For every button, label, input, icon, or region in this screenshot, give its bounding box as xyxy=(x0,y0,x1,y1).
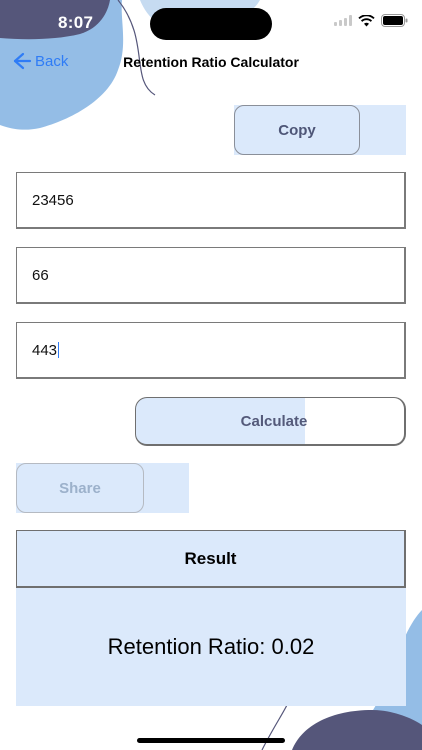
calculate-label: Calculate xyxy=(240,412,308,430)
dynamic-island xyxy=(150,8,272,40)
copy-button-container: Copy xyxy=(234,105,406,155)
share-button[interactable]: Share xyxy=(16,463,144,513)
share-button-container: Share xyxy=(16,463,189,513)
input-field-2[interactable]: 66 xyxy=(16,247,406,304)
battery-icon xyxy=(381,14,408,27)
status-time: 8:07 xyxy=(58,13,94,32)
text-cursor xyxy=(58,342,60,358)
cellular-signal-icon xyxy=(334,15,352,26)
status-bar: 8:07 xyxy=(0,0,422,46)
input-field-1-value: 23456 xyxy=(32,191,74,209)
input-field-1[interactable]: 23456 xyxy=(16,172,406,229)
result-header: Result xyxy=(16,530,406,588)
copy-button[interactable]: Copy xyxy=(234,105,360,155)
home-indicator[interactable] xyxy=(137,738,285,743)
result-panel: Retention Ratio: 0.02 xyxy=(16,588,406,706)
calculate-button[interactable]: Calculate xyxy=(135,397,406,446)
status-icons xyxy=(334,14,408,27)
result-text: Retention Ratio: 0.02 xyxy=(107,634,315,659)
input-field-3-value: 443 xyxy=(32,341,58,359)
wifi-icon xyxy=(358,14,375,26)
navigation-bar: Back Retention Ratio Calculator xyxy=(0,46,422,80)
input-field-3[interactable]: 443 xyxy=(16,322,406,379)
input-field-2-value: 66 xyxy=(32,266,49,284)
page-title: Retention Ratio Calculator xyxy=(123,54,299,70)
